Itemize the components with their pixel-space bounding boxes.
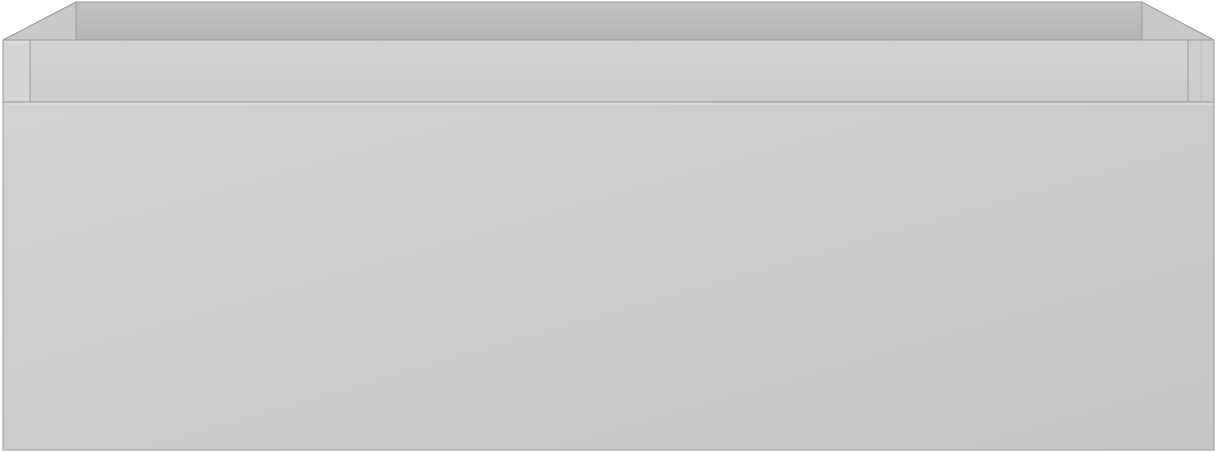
- drawer-back-wall: [75, 1, 1143, 41]
- drawer-inner-band: [29, 39, 1189, 103]
- drawer-front-panel: [2, 101, 1215, 451]
- drawer-left-rim: [2, 39, 31, 103]
- drawer-illustration: [0, 0, 1218, 452]
- drawer-svg: [2, 1, 1215, 451]
- drawer-right-inner-side: [1141, 1, 1215, 41]
- drawer-left-inner-side: [2, 1, 77, 41]
